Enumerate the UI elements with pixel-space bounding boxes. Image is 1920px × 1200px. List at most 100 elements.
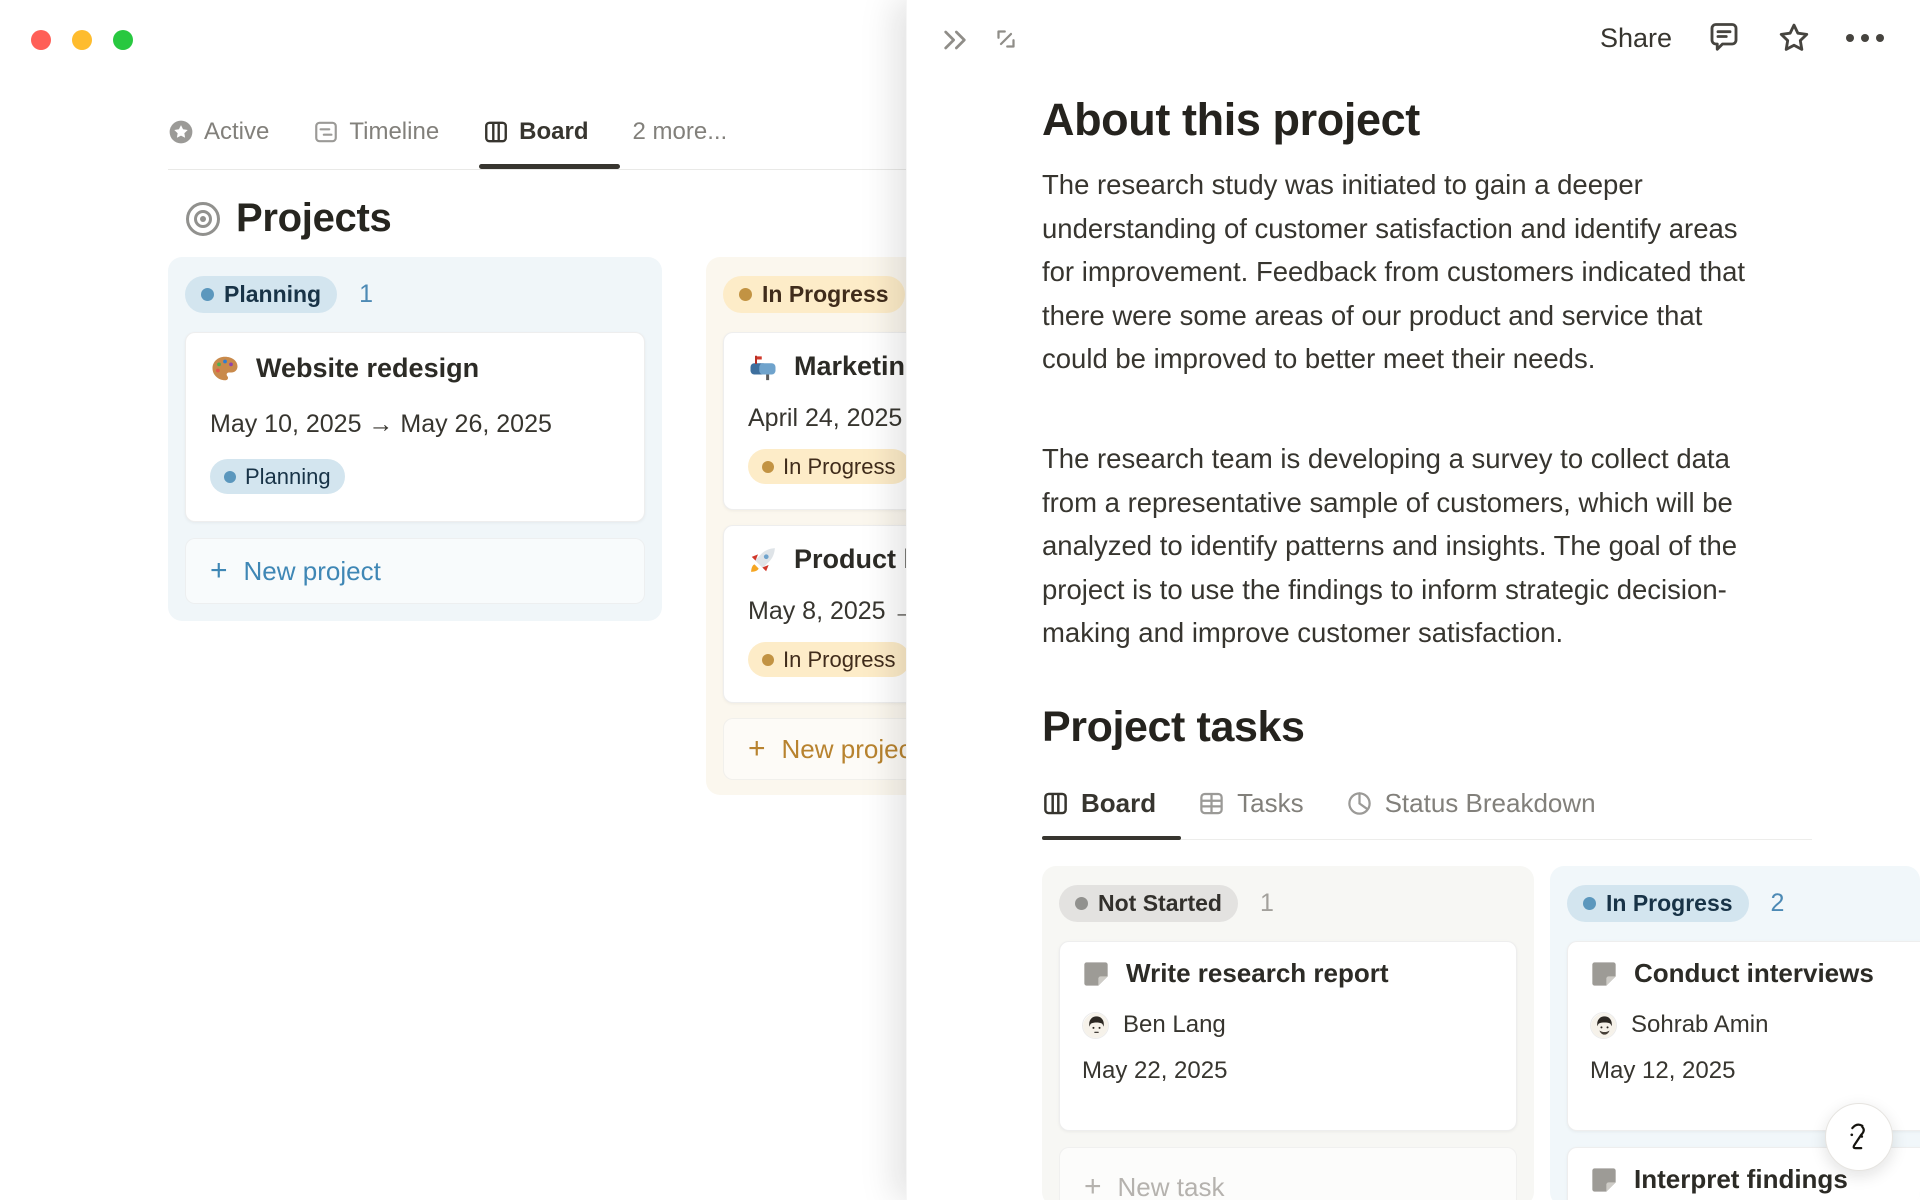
card-status-tag: Planning xyxy=(210,459,345,494)
status-dot xyxy=(739,287,752,301)
about-paragraph-1: The research study was initiated to gain… xyxy=(1042,169,1746,374)
about-paragraph-2: The research team is developing a survey… xyxy=(1042,443,1738,648)
view-tab-active[interactable]: Active xyxy=(168,118,269,146)
mailbox-icon xyxy=(748,352,778,382)
column-header: Not Started 1 xyxy=(1059,883,1517,923)
status-label: In Progress xyxy=(1606,889,1733,916)
tasks-tab-tasks[interactable]: Tasks xyxy=(1198,788,1304,819)
tasks-tab-board[interactable]: Board xyxy=(1042,788,1156,819)
share-button[interactable]: Share xyxy=(1600,23,1672,54)
new-project-label: New project xyxy=(243,555,381,586)
status-badge-planning[interactable]: Planning xyxy=(185,275,338,313)
assignee-name: Ben Lang xyxy=(1123,1011,1226,1038)
board-icon xyxy=(1042,790,1069,817)
view-tab-label: 2 more... xyxy=(632,118,728,145)
about-heading: About this project xyxy=(1042,94,1420,145)
status-label: Planning xyxy=(224,280,322,307)
board-column-planning: Planning 1 Website redesign May 10, 2025… xyxy=(168,257,662,621)
column-count: 2 xyxy=(1770,888,1785,917)
tasks-view-tabs: Board Tasks Status Breakdown xyxy=(1042,788,1638,819)
status-dot xyxy=(224,470,236,483)
more-icon[interactable] xyxy=(1846,34,1884,42)
task-card-write-research-report[interactable]: Write research report Ben Lang May 22, 2… xyxy=(1059,941,1517,1131)
column-header: Planning 1 xyxy=(185,274,645,314)
view-tab-label: Board xyxy=(519,118,589,145)
timeline-icon xyxy=(313,119,339,145)
new-task-button[interactable]: + New task xyxy=(1059,1147,1517,1200)
column-header: In Progress 2 xyxy=(1567,883,1903,923)
tab-label: Tasks xyxy=(1237,788,1304,818)
card-date: May 12, 2025 xyxy=(1590,1057,1736,1084)
new-task-label: New task xyxy=(1117,1172,1225,1200)
double-chevron-right-icon[interactable] xyxy=(939,24,971,56)
project-tasks-heading: Project tasks xyxy=(1042,703,1305,751)
view-tab-board[interactable]: Board xyxy=(483,118,589,146)
plus-icon: + xyxy=(210,554,228,587)
board-icon xyxy=(483,119,509,145)
status-badge-in-progress[interactable]: In Progress xyxy=(723,275,905,313)
plus-icon: + xyxy=(748,732,766,765)
star-circle-icon xyxy=(168,119,194,145)
note-icon xyxy=(1590,960,1618,988)
card-status-tag: In Progress xyxy=(748,449,910,484)
card-title: Write research report xyxy=(1126,958,1389,988)
side-peek-panel: Share About this project The research st… xyxy=(906,0,1920,1200)
page-title: Projects xyxy=(236,196,392,240)
task-card-conduct-interviews[interactable]: Conduct interviews Sohrab Amin May 12, 2… xyxy=(1567,941,1920,1131)
status-dot xyxy=(1583,896,1596,910)
card-date-range: May 10, 2025 → May 26, 2025 xyxy=(210,410,552,438)
status-dot xyxy=(1075,896,1088,910)
view-tab-timeline[interactable]: Timeline xyxy=(313,118,439,146)
plus-icon: + xyxy=(1084,1170,1102,1200)
status-dot xyxy=(762,460,774,473)
window-controls xyxy=(31,30,133,50)
card-title: Website redesign xyxy=(256,353,480,383)
page-header: Projects xyxy=(186,196,392,241)
tab-label: Board xyxy=(1081,788,1157,818)
column-count: 1 xyxy=(359,279,374,308)
status-dot xyxy=(762,653,774,666)
table-icon xyxy=(1198,790,1225,817)
status-badge-not-started[interactable]: Not Started xyxy=(1059,884,1238,922)
card-title: Interpret findings xyxy=(1634,1164,1848,1194)
tasks-tab-status-breakdown[interactable]: Status Breakdown xyxy=(1346,788,1596,819)
board-column-not-started: Not Started 1 Write research report Ben … xyxy=(1042,866,1534,1200)
note-icon xyxy=(1590,1166,1618,1194)
notion-ai-face-icon xyxy=(1839,1117,1879,1157)
new-project-label: New project xyxy=(781,733,919,764)
column-count: 1 xyxy=(1259,888,1274,917)
tab-label: Status Breakdown xyxy=(1384,788,1596,818)
card-date: May 22, 2025 xyxy=(1082,1057,1228,1084)
star-icon[interactable] xyxy=(1776,20,1812,56)
status-badge-in-progress[interactable]: In Progress xyxy=(1567,884,1749,922)
status-label: In Progress xyxy=(762,280,889,307)
pie-chart-icon xyxy=(1346,790,1373,817)
active-tab-underline xyxy=(479,164,620,169)
assignee-name: Sohrab Amin xyxy=(1631,1011,1769,1038)
app-window: Active Timeline Board 2 more... Projects xyxy=(0,0,1920,1200)
rocket-icon xyxy=(748,545,778,575)
avatar-ben-lang xyxy=(1082,1011,1109,1039)
status-label: Not Started xyxy=(1098,889,1222,916)
status-dot xyxy=(201,287,214,301)
expand-icon[interactable] xyxy=(991,24,1023,56)
comment-icon[interactable] xyxy=(1706,20,1742,56)
minimize-window-button[interactable] xyxy=(72,30,92,50)
avatar-sohrab-amin xyxy=(1590,1011,1617,1039)
new-project-button[interactable]: + New project xyxy=(185,538,645,604)
database-view-tabs: Active Timeline Board 2 more... xyxy=(168,108,771,156)
tabs-divider xyxy=(168,169,908,170)
close-window-button[interactable] xyxy=(31,30,51,50)
zoom-window-button[interactable] xyxy=(113,30,133,50)
view-tab-more[interactable]: 2 more... xyxy=(633,118,728,146)
active-tab-underline xyxy=(1042,836,1181,840)
peek-toolbar: Share xyxy=(1600,20,1884,56)
assignee-row: Ben Lang xyxy=(1082,1011,1494,1039)
assignee-row: Sohrab Amin xyxy=(1590,1011,1920,1039)
target-icon xyxy=(186,201,220,236)
view-tab-label: Timeline xyxy=(349,118,440,145)
ai-assistant-button[interactable] xyxy=(1825,1103,1893,1171)
palette-icon xyxy=(210,354,240,384)
card-title: Conduct interviews xyxy=(1634,958,1874,988)
project-card-website-redesign[interactable]: Website redesign May 10, 2025 → May 26, … xyxy=(185,332,645,522)
